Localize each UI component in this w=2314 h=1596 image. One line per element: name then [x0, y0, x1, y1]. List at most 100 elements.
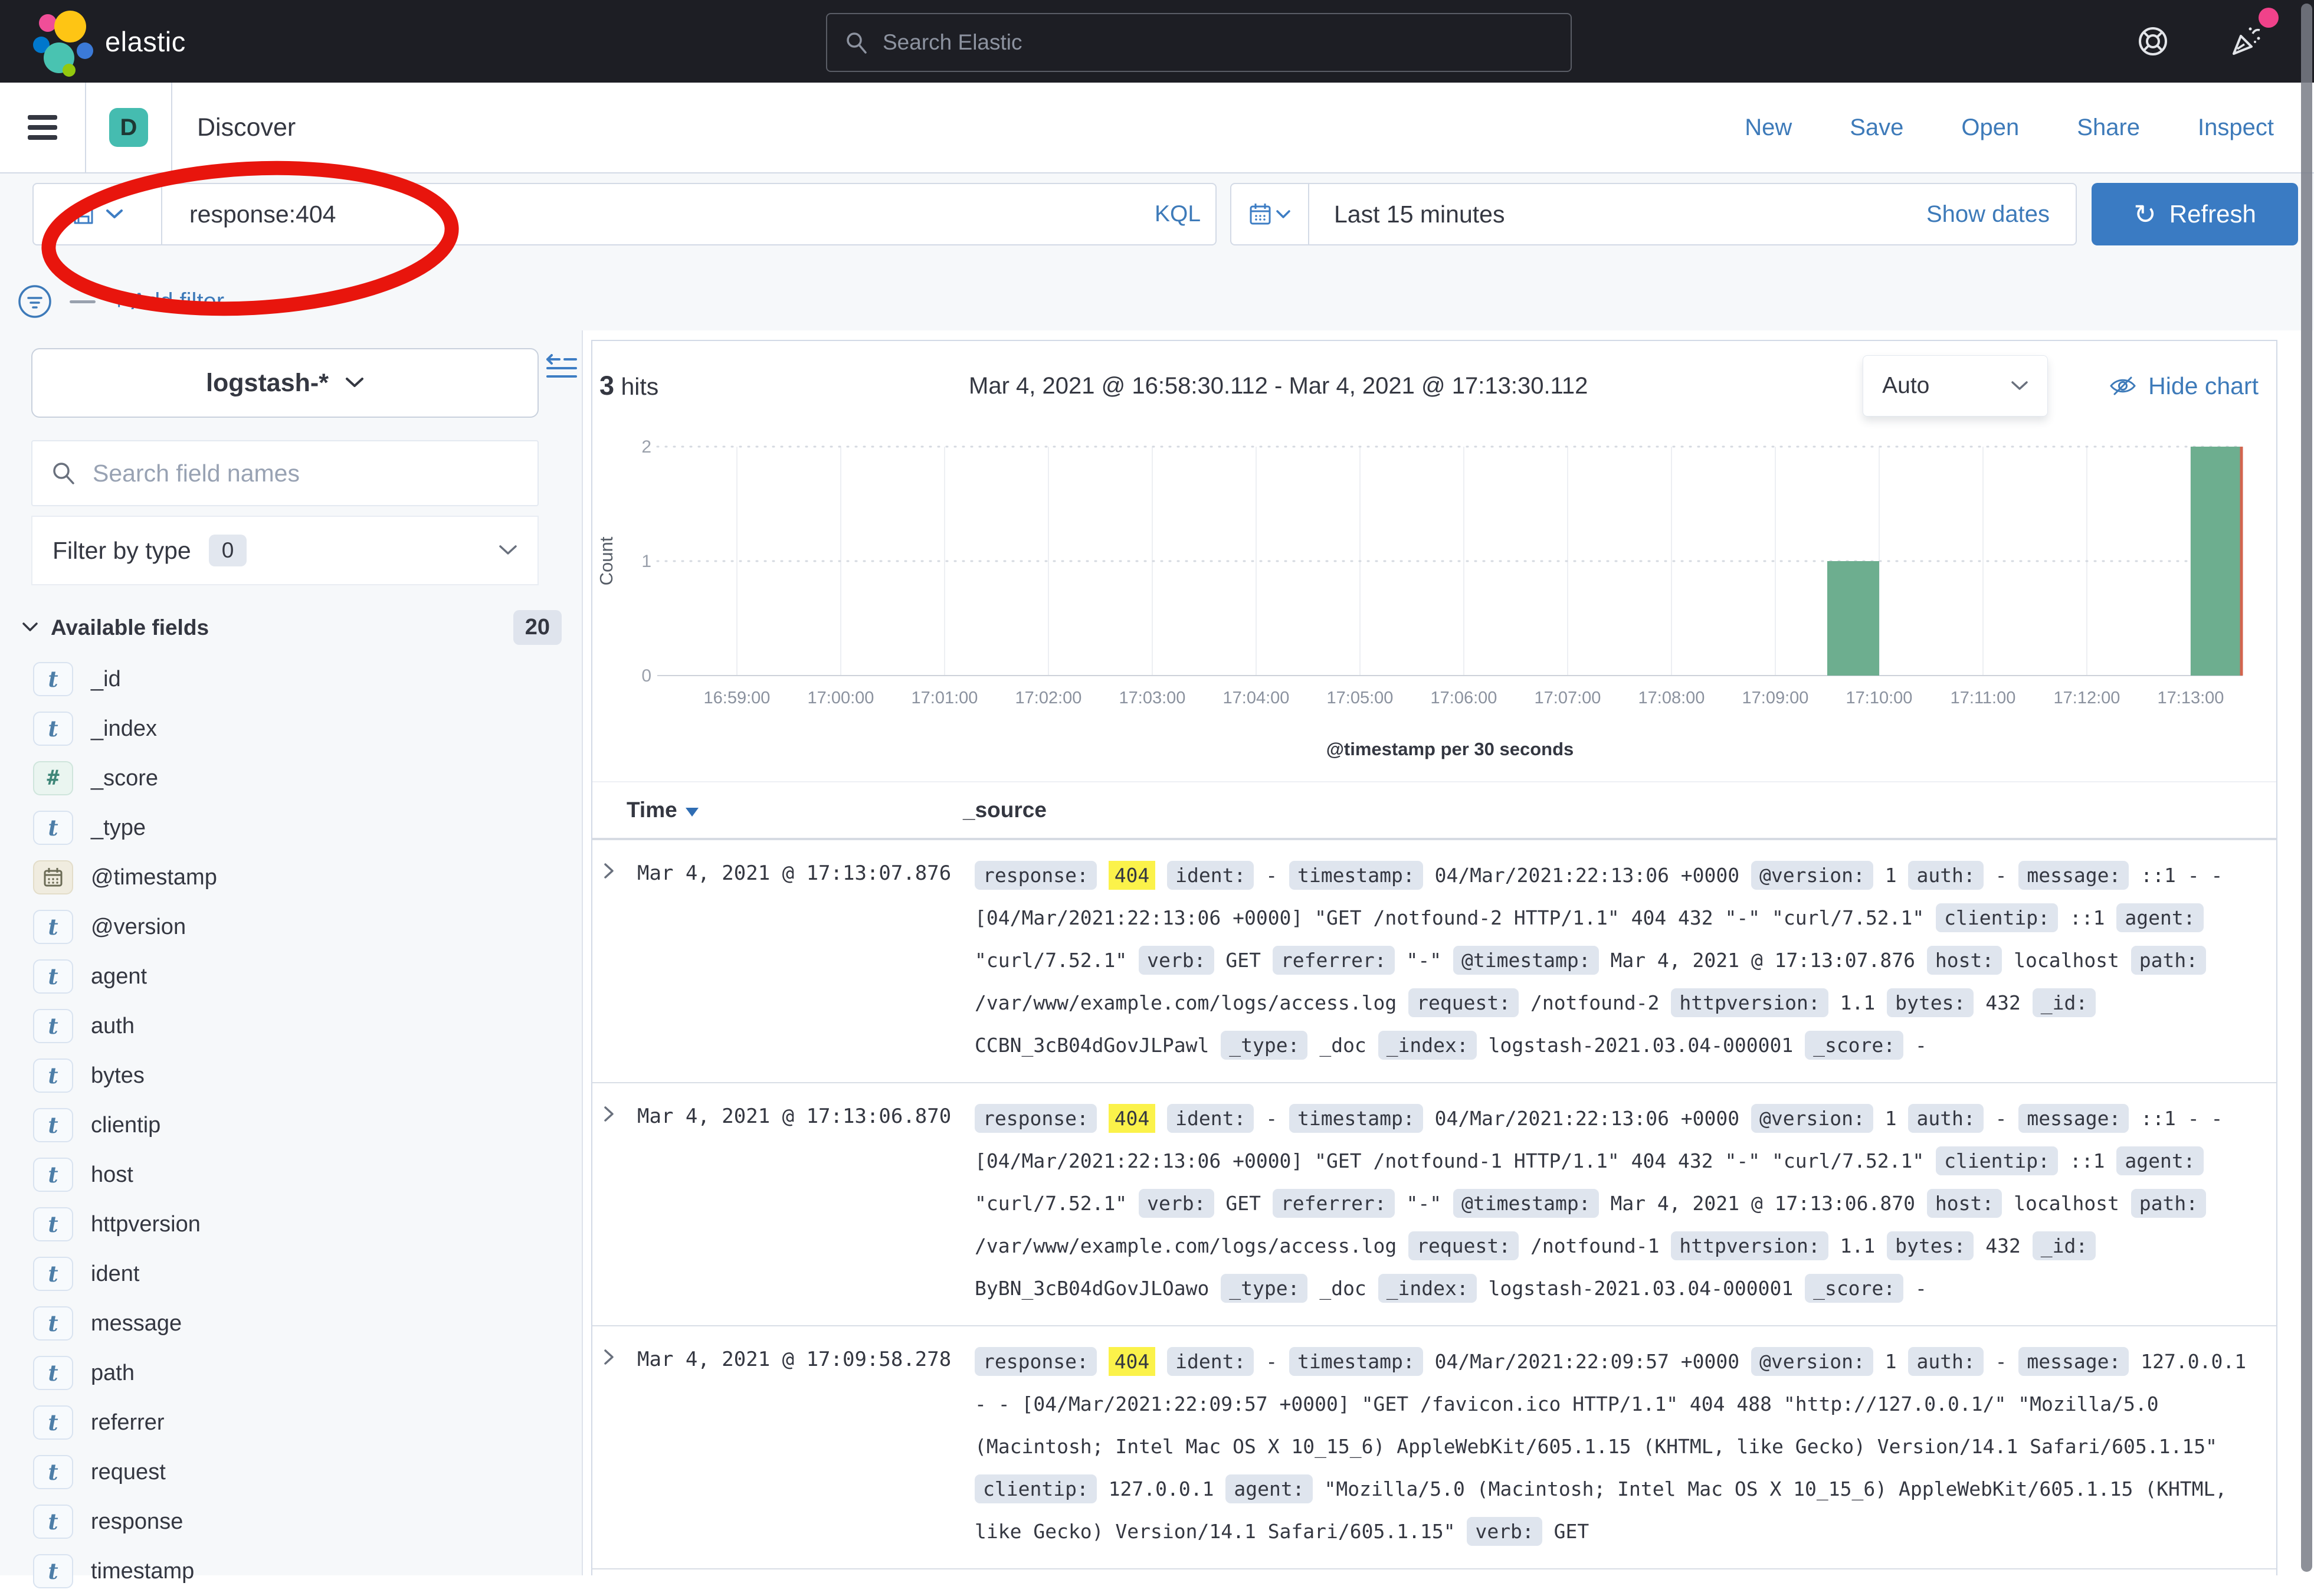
help-icon[interactable]	[2136, 24, 2170, 58]
action-save[interactable]: Save	[1850, 114, 1903, 141]
saved-query-menu-button[interactable]	[34, 184, 162, 244]
column-time[interactable]: Time	[592, 798, 963, 822]
field-label: timestamp	[91, 1559, 194, 1584]
field-item-_score[interactable]: #_score	[0, 753, 582, 803]
field-item-path[interactable]: tpath	[0, 1348, 582, 1398]
time-range-value[interactable]: Last 15 minutes	[1309, 201, 1505, 228]
party-popper-icon	[2229, 24, 2263, 58]
divider	[171, 83, 172, 172]
column-source[interactable]: _source	[963, 798, 1047, 822]
field-value: "curl/7.52.1"	[975, 1192, 1127, 1215]
svg-text:2: 2	[641, 437, 651, 457]
field-name-badge: clientip:	[1936, 903, 2058, 932]
histogram-chart[interactable]: 01216:59:0017:00:0017:01:0017:02:0017:03…	[592, 425, 2276, 779]
menu-button[interactable]	[0, 83, 85, 172]
field-value: /notfound-1	[1530, 1234, 1660, 1257]
elastic-logo[interactable]	[26, 6, 97, 77]
field-name-badge: verb:	[1467, 1517, 1542, 1546]
action-inspect[interactable]: Inspect	[2198, 114, 2274, 141]
field-value: GET	[1554, 1520, 1589, 1543]
app-switcher[interactable]: D	[86, 83, 171, 172]
index-pattern-selector[interactable]: logstash-*	[31, 348, 539, 418]
field-item-agent[interactable]: tagent	[0, 952, 582, 1001]
refresh-button[interactable]: ↻ Refresh	[2092, 183, 2298, 245]
field-item-@timestamp[interactable]: @timestamp	[0, 853, 582, 902]
chevron-right-icon	[603, 863, 615, 879]
date-quick-menu-button[interactable]	[1231, 184, 1309, 244]
field-name-badge: @timestamp:	[1453, 946, 1599, 975]
newsfeed-icon[interactable]	[2229, 24, 2263, 58]
field-search-input[interactable]	[91, 459, 519, 488]
add-filter-link[interactable]: + Add filter	[112, 289, 224, 315]
svg-text:17:10:00: 17:10:00	[1846, 689, 1913, 707]
collapse-sidebar-button[interactable]	[545, 354, 578, 381]
svg-text:17:12:00: 17:12:00	[2054, 689, 2120, 707]
logo-blob	[63, 64, 76, 77]
filter-by-type-dropdown[interactable]: Filter by type 0	[31, 516, 539, 585]
action-open[interactable]: Open	[1961, 114, 2019, 141]
global-search-input[interactable]	[881, 30, 1553, 55]
field-item-httpversion[interactable]: thttpversion	[0, 1200, 582, 1249]
query-language-button[interactable]: KQL	[1140, 201, 1215, 227]
expand-row-button[interactable]	[592, 1097, 637, 1310]
field-value: logstash-2021.03.04-000001	[1489, 1277, 1794, 1300]
field-value: -	[1995, 1350, 2007, 1373]
doc-time: Mar 4, 2021 @ 17:13:07.876	[637, 854, 975, 1067]
filter-divider	[70, 300, 96, 303]
action-new[interactable]: New	[1745, 114, 1792, 141]
hide-chart-link[interactable]: Hide chart	[2109, 372, 2259, 400]
save-icon	[71, 202, 95, 226]
interval-select[interactable]: Auto	[1863, 355, 2048, 417]
field-item-referrer[interactable]: treferrer	[0, 1398, 582, 1447]
field-value: 432	[1985, 991, 2021, 1014]
field-value: Mar 4, 2021 @ 17:13:06.870	[1610, 1192, 1915, 1215]
field-item-ident[interactable]: tident	[0, 1249, 582, 1299]
search-icon	[845, 31, 868, 54]
chart-time-range: Mar 4, 2021 @ 16:58:30.112 - Mar 4, 2021…	[658, 373, 1863, 399]
field-name-badge: path:	[2131, 1189, 2206, 1218]
field-value: 1.1	[1840, 991, 1876, 1014]
field-name-badge: agent:	[2116, 903, 2203, 932]
field-item-_id[interactable]: t_id	[0, 654, 582, 704]
available-fields-label: Available fields	[51, 615, 209, 640]
field-item-timestamp[interactable]: ttimestamp	[0, 1546, 582, 1596]
doc-source: response: 404 ident: - timestamp: 04/Mar…	[975, 1341, 2276, 1553]
field-item-message[interactable]: tmessage	[0, 1299, 582, 1348]
query-input[interactable]	[162, 200, 1140, 229]
text-field-icon: t	[33, 1108, 73, 1142]
field-name-badge: httpversion:	[1671, 1231, 1828, 1260]
field-item-@version[interactable]: t@version	[0, 902, 582, 952]
field-item-request[interactable]: trequest	[0, 1447, 582, 1497]
action-share[interactable]: Share	[2077, 114, 2140, 141]
field-item-_type[interactable]: t_type	[0, 803, 582, 853]
top-header: elastic	[0, 0, 2314, 83]
expand-row-button[interactable]	[592, 854, 637, 1067]
global-search-box[interactable]	[826, 13, 1572, 72]
field-name-badge: host:	[1927, 1189, 2002, 1218]
text-field-icon: t	[33, 811, 73, 845]
field-search-box[interactable]	[31, 440, 539, 506]
expand-row-button[interactable]	[592, 1341, 637, 1553]
hits-count: 3 hits	[599, 371, 658, 401]
vertical-scrollbar[interactable]	[2301, 4, 2312, 1572]
field-item-clientip[interactable]: tclientip	[0, 1100, 582, 1150]
available-fields-header[interactable]: Available fields 20	[22, 610, 562, 645]
field-value: 432	[1985, 1234, 2021, 1257]
field-value: -	[1266, 864, 1277, 887]
filter-icon[interactable]	[17, 283, 53, 320]
svg-text:17:05:00: 17:05:00	[1327, 689, 1394, 707]
field-value: 04/Mar/2021:22:13:06 +0000	[1435, 1107, 1740, 1130]
page-title: Discover	[197, 113, 296, 142]
field-name-badge: referrer:	[1273, 946, 1395, 975]
field-value: -	[1995, 864, 2007, 887]
field-item-host[interactable]: thost	[0, 1150, 582, 1200]
field-item-response[interactable]: tresponse	[0, 1497, 582, 1546]
field-item-_index[interactable]: t_index	[0, 704, 582, 753]
field-name-badge: auth:	[1908, 1104, 1983, 1133]
field-item-bytes[interactable]: tbytes	[0, 1051, 582, 1100]
field-value: ::1	[2070, 1149, 2105, 1172]
show-dates-link[interactable]: Show dates	[1926, 201, 2050, 228]
field-item-auth[interactable]: tauth	[0, 1001, 582, 1051]
filter-by-type-label: Filter by type	[53, 537, 191, 565]
field-value: 127.0.0.1	[1109, 1477, 1214, 1500]
